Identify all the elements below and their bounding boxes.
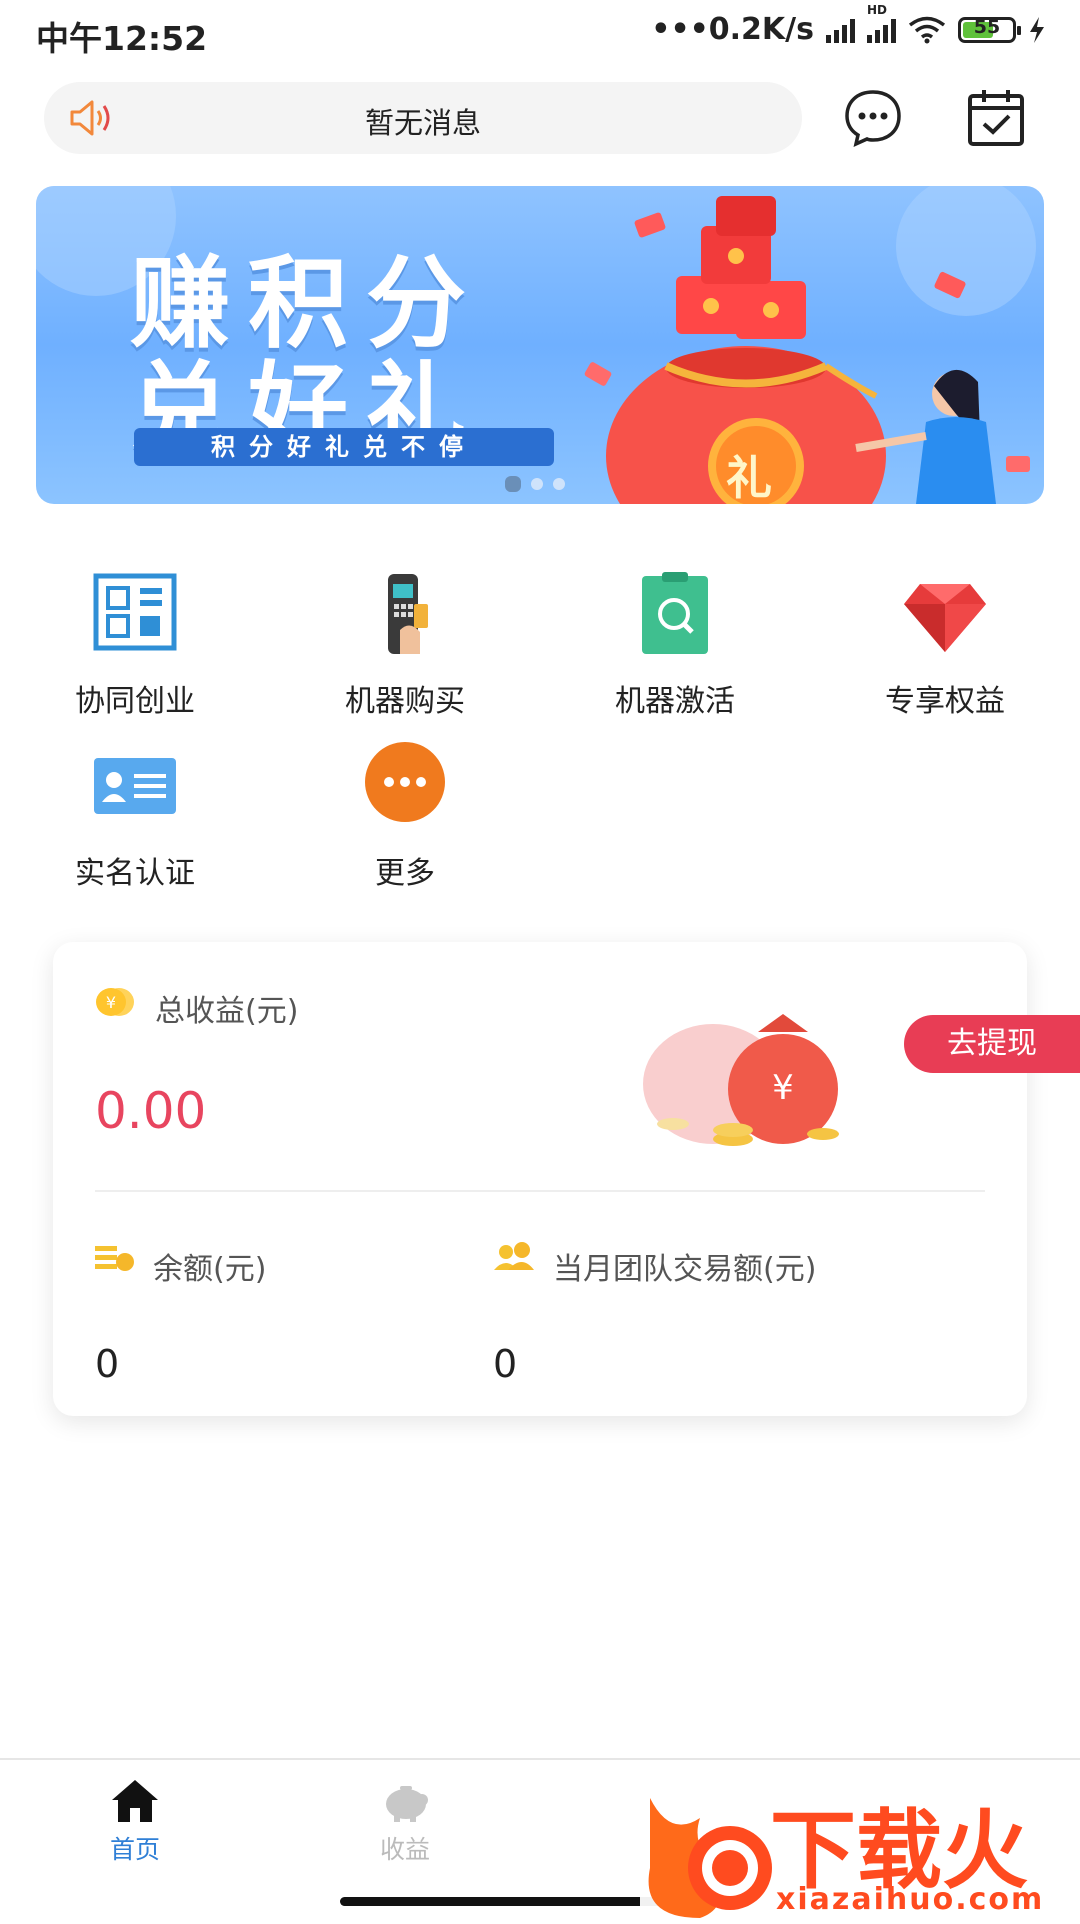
network-speed: •••0.2K/s [651, 12, 814, 47]
pos-terminal-icon [388, 574, 428, 654]
banner-subtitle: 积分好礼兑不停 [134, 428, 554, 466]
svg-text:¥: ¥ [772, 1068, 794, 1108]
grid-item-activate-machine[interactable]: 机器激活 [575, 570, 775, 720]
calendar-check-icon[interactable] [964, 86, 1028, 150]
piggy-bank-icon [386, 1786, 428, 1822]
charging-icon [1030, 16, 1044, 43]
grid-label: 机器激活 [615, 684, 735, 719]
watermark: 下载火 xiazaihuo.com [640, 1778, 1080, 1920]
money-bag-illustration: ¥ [643, 1014, 839, 1146]
grid-item-buy-machine[interactable]: 机器购买 [305, 570, 505, 720]
id-card-icon [94, 758, 176, 814]
tab-label: 收益 [379, 1835, 430, 1864]
total-earnings-label: 总收益(元) [155, 994, 299, 1029]
wifi-icon [908, 16, 946, 43]
tab-earnings[interactable]: 收益 [305, 1778, 505, 1866]
banner-dot[interactable] [531, 478, 543, 490]
total-earnings-value: 0.00 [95, 1082, 207, 1140]
gift-label: 礼 [726, 451, 772, 504]
banner-dot[interactable] [553, 478, 565, 490]
team-volume-value: 0 [493, 1342, 518, 1386]
grid-item-more[interactable]: 更多 [305, 742, 505, 892]
promo-banner[interactable]: 赚积分 兑好礼 积分好礼兑不停 礼 [36, 186, 1044, 504]
hd-signal-icon: HD [867, 3, 896, 43]
balance-value: 0 [95, 1342, 120, 1386]
notice-bar[interactable]: 暂无消息 [44, 82, 802, 154]
card-divider [95, 1190, 985, 1192]
grid-label: 专享权益 [885, 684, 1005, 719]
banner-pagination [505, 476, 565, 492]
svg-text:¥: ¥ [106, 993, 116, 1012]
watermark-url: xiazaihuo.com [776, 1882, 1045, 1917]
notice-text: 暂无消息 [364, 106, 481, 140]
battery-level: 55 [973, 15, 1001, 38]
grid-label: 更多 [375, 856, 435, 891]
chat-bubble-icon[interactable] [843, 88, 903, 148]
tab-home[interactable]: 首页 [35, 1778, 235, 1866]
tab-label: 首页 [109, 1835, 160, 1864]
status-time: 中午12:52 [36, 19, 208, 58]
qr-code-icon [93, 573, 177, 651]
grid-label: 机器购买 [345, 684, 465, 719]
withdraw-button[interactable]: 去提现 [904, 1015, 1080, 1073]
team-icon [494, 1242, 534, 1270]
banner-dot[interactable] [505, 476, 521, 492]
status-bar: 中午12:52 •••0.2K/s HD 55 [0, 0, 1080, 66]
more-dots-icon [365, 742, 445, 822]
balance-coins-icon [95, 1246, 134, 1271]
earnings-card: ¥ 总收益(元) 0.00 ¥ 余额(元) 0 当月团队交易额(元) 0 [53, 942, 1027, 1416]
grid-label: 实名认证 [75, 856, 195, 891]
team-volume-label: 当月团队交易额(元) [553, 1252, 817, 1287]
coin-icon: ¥ [96, 988, 134, 1016]
grid-item-cooperate[interactable]: 协同创业 [35, 570, 235, 720]
grid-item-real-name[interactable]: 实名认证 [35, 742, 235, 892]
home-icon [112, 1780, 158, 1822]
activate-clipboard-icon [642, 572, 708, 654]
grid-item-exclusive-rights[interactable]: 专享权益 [845, 570, 1045, 720]
signal-icon [826, 17, 855, 43]
grid-label: 协同创业 [75, 684, 195, 719]
status-right: •••0.2K/s HD 55 [651, 3, 1046, 47]
ruby-gem-icon [904, 584, 986, 652]
battery-icon: 55 [958, 15, 1021, 43]
balance-label: 余额(元) [153, 1252, 267, 1287]
hd-label: HD [867, 2, 888, 17]
